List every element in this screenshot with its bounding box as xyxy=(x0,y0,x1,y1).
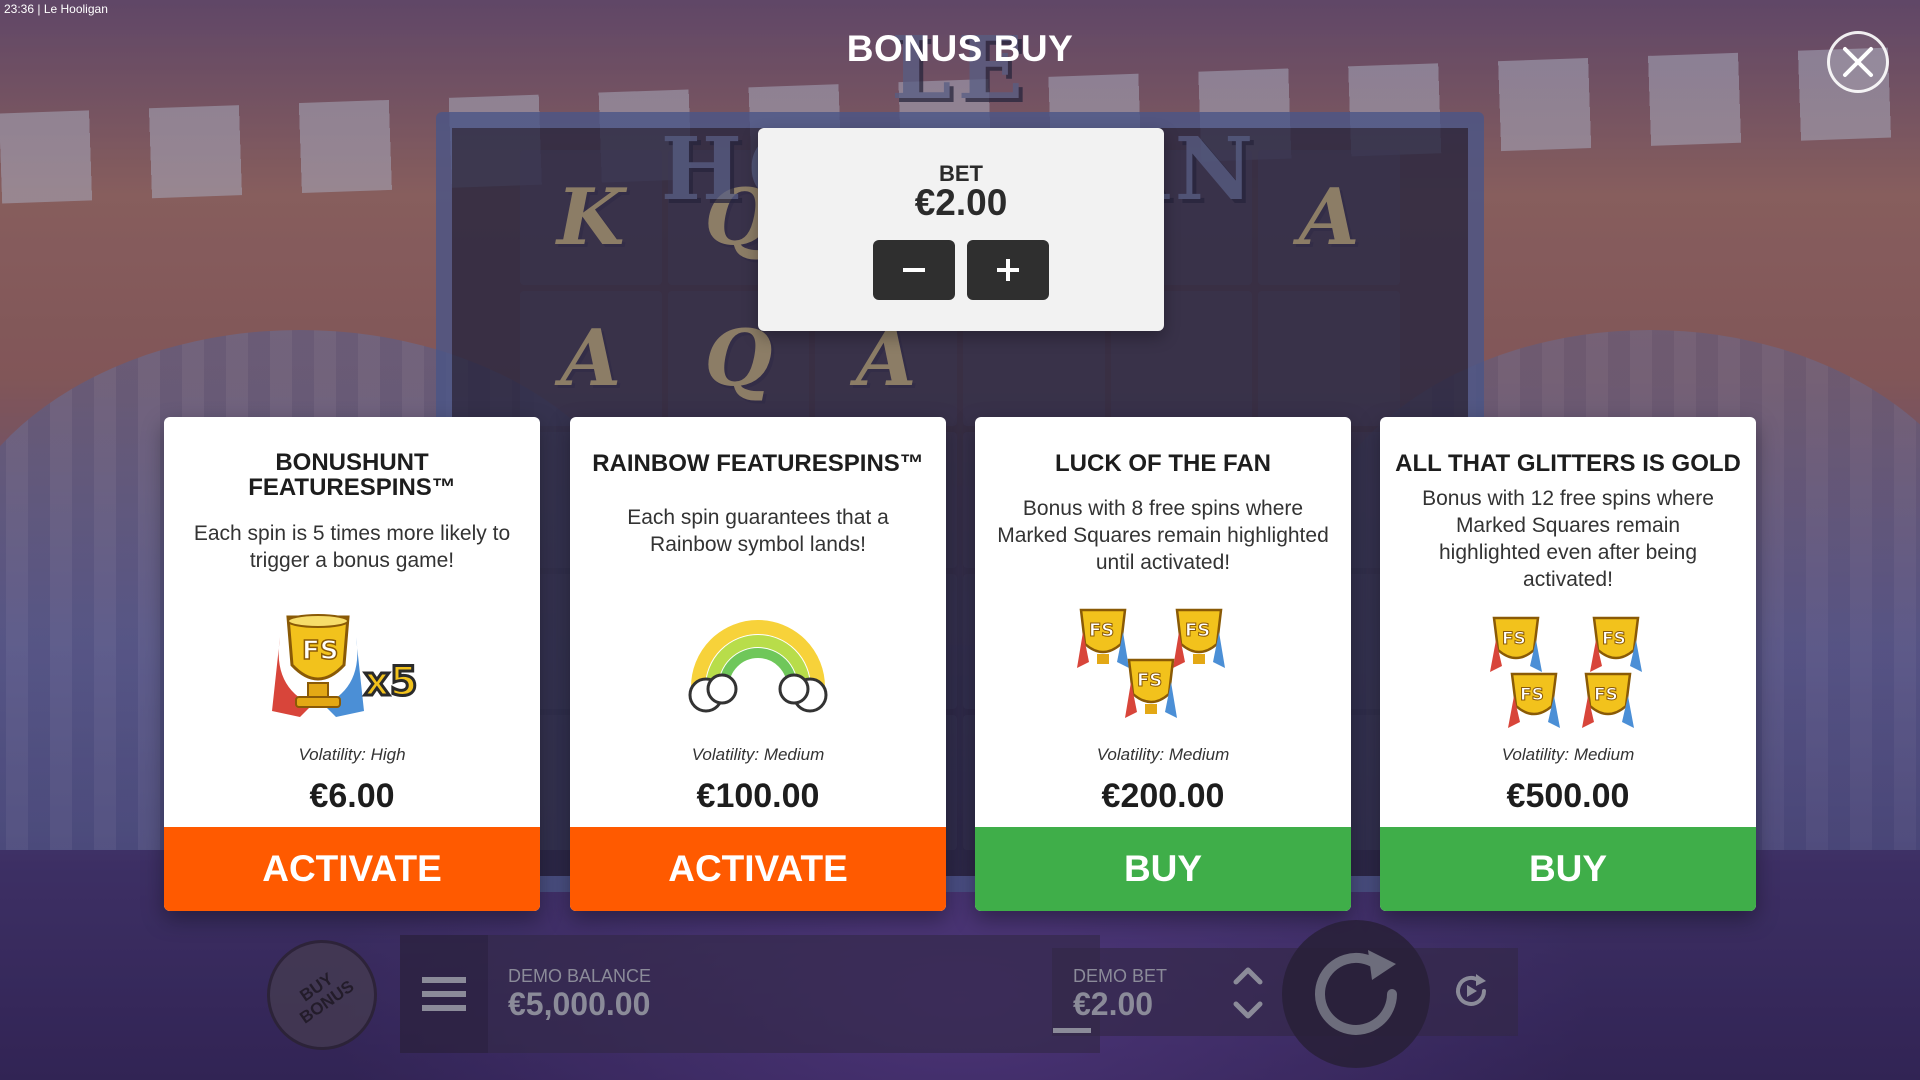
card-volatility: Volatility: Medium xyxy=(691,745,825,764)
autoplay-button[interactable] xyxy=(1448,968,1494,1014)
card-volatility: Volatility: Medium xyxy=(1501,745,1635,764)
window-title: 23:36 | Le Hooligan xyxy=(4,2,108,16)
card-title: LUCK OF THE FAN xyxy=(1055,450,1271,477)
autoplay-icon xyxy=(1456,974,1486,1006)
demo-bet-underline xyxy=(1053,1028,1091,1033)
up-down-chevron-icon xyxy=(1233,967,1263,1019)
minus-icon xyxy=(903,268,925,272)
three-trophies-icon: FS FS FS xyxy=(1077,608,1225,718)
plus-icon xyxy=(997,259,1019,281)
trophy-x5-icon: FS x5 xyxy=(272,614,419,717)
card-description: Each spin is 5 times more likely to trig… xyxy=(193,522,511,572)
bet-stepper[interactable] xyxy=(1218,958,1278,1028)
bonus-card-luck-of-the-fan: LUCK OF THE FAN Bonus with 8 free spins … xyxy=(975,417,1351,911)
svg-text:FS: FS xyxy=(1185,620,1210,641)
card-description: Each spin guarantees that a Rainbow symb… xyxy=(627,506,889,556)
card-description: Bonus with 8 free spins where Marked Squ… xyxy=(997,497,1329,574)
hamburger-menu-icon xyxy=(422,977,466,1011)
card-title: ALL THAT GLITTERS IS GOLD xyxy=(1395,450,1741,477)
bonus-card-rainbow: RAINBOW FEATURESPINS™ Each spin guarante… xyxy=(570,417,946,911)
svg-text:FS: FS xyxy=(1089,620,1114,641)
card-title: RAINBOW FEATURESPINS™ xyxy=(592,450,924,477)
demo-bet-label: DEMO BET xyxy=(1073,966,1168,986)
svg-text:x5: x5 xyxy=(364,659,418,705)
card-description: Bonus with 12 free spins where Marked Sq… xyxy=(1422,487,1714,591)
bet-value: €2.00 xyxy=(914,182,1008,223)
close-button[interactable] xyxy=(1827,31,1889,93)
close-icon xyxy=(1843,47,1873,77)
four-trophies-icon: FS FS FS FS xyxy=(1490,616,1642,728)
buy-button[interactable]: BUY xyxy=(1380,827,1756,911)
svg-text:FS: FS xyxy=(1502,629,1526,649)
menu-button[interactable] xyxy=(400,935,488,1053)
activate-button[interactable]: ACTIVATE xyxy=(570,827,946,911)
card-price: €6.00 xyxy=(309,777,395,815)
card-price: €500.00 xyxy=(1506,777,1630,815)
activate-button[interactable]: ACTIVATE xyxy=(164,827,540,911)
bet-decrease-button[interactable] xyxy=(873,240,955,300)
bonus-card-bonushunt: BONUSHUNT FEATURESPINS™ Each spin is 5 t… xyxy=(164,417,540,911)
balance-bar xyxy=(400,935,1100,1053)
demo-balance-label: DEMO BALANCE xyxy=(508,966,652,986)
page-title: BONUS BUY xyxy=(846,28,1074,69)
bonus-card-all-that-glitters: ALL THAT GLITTERS IS GOLD Bonus with 12 … xyxy=(1380,417,1756,911)
demo-balance-value: €5,000.00 xyxy=(508,986,651,1022)
demo-bet-value: €2.00 xyxy=(1073,986,1154,1022)
card-title: BONUSHUNT FEATURESPINS™ xyxy=(248,449,456,501)
bet-panel: BET €2.00 xyxy=(758,128,1164,331)
bet-increase-button[interactable] xyxy=(967,240,1049,300)
buy-button[interactable]: BUY xyxy=(975,827,1351,911)
card-price: €200.00 xyxy=(1101,777,1225,815)
svg-text:FS: FS xyxy=(1594,685,1618,705)
card-volatility: Volatility: High xyxy=(298,745,406,764)
svg-text:FS: FS xyxy=(1137,670,1162,691)
svg-text:FS: FS xyxy=(302,636,339,666)
spin-arrow-icon xyxy=(1315,950,1397,1035)
svg-text:FS: FS xyxy=(1520,685,1544,705)
card-price: €100.00 xyxy=(696,777,820,815)
rainbow-icon xyxy=(688,620,828,713)
spin-button[interactable] xyxy=(1282,920,1430,1068)
card-volatility: Volatility: Medium xyxy=(1096,745,1230,764)
svg-text:FS: FS xyxy=(1602,629,1626,649)
